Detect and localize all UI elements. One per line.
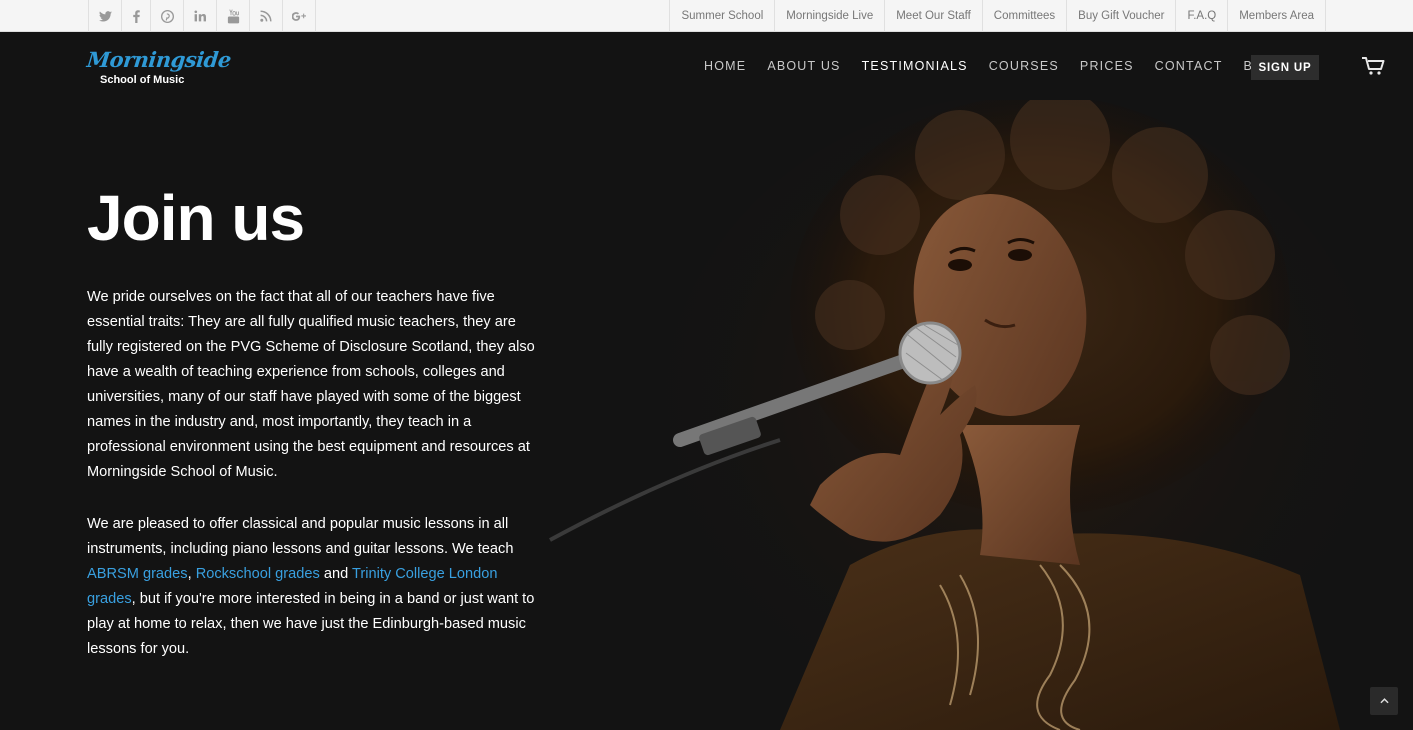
facebook-icon[interactable] — [122, 0, 151, 32]
utility-link-committees[interactable]: Committees — [983, 0, 1068, 32]
top-utility-bar: Summer School Morningside Live Meet Our … — [0, 0, 1413, 32]
site-logo[interactable]: Morningside School of Music — [86, 47, 232, 89]
utility-link-members-area[interactable]: Members Area — [1228, 0, 1326, 32]
utility-link-morningside-live[interactable]: Morningside Live — [775, 0, 886, 32]
pinterest-icon[interactable] — [151, 0, 184, 32]
utility-links: Summer School Morningside Live Meet Our … — [669, 0, 1326, 32]
site-header: Morningside School of Music HOME ABOUT U… — [0, 32, 1413, 100]
back-to-top-button[interactable] — [1370, 687, 1398, 715]
utility-link-meet-our-staff[interactable]: Meet Our Staff — [885, 0, 983, 32]
rss-icon[interactable] — [250, 0, 283, 32]
shopping-cart-icon[interactable] — [1361, 56, 1385, 81]
chevron-up-icon — [1379, 698, 1389, 704]
separator-text: and — [319, 566, 353, 582]
page-title: Join us — [87, 182, 305, 254]
utility-link-faq[interactable]: F.A.Q — [1176, 0, 1229, 32]
separator-text: , — [187, 566, 196, 582]
logo-subtitle: School of Music — [100, 74, 185, 86]
google-plus-icon[interactable] — [283, 0, 316, 32]
logo-script-text: Morningside — [85, 47, 233, 72]
hero-singer-image — [520, 95, 1413, 730]
lessons-paragraph: We are pleased to offer classical and po… — [87, 512, 537, 662]
sign-up-button[interactable]: SIGN UP — [1251, 55, 1319, 80]
rockschool-grades-link[interactable]: Rockschool grades — [196, 566, 320, 582]
nav-contact[interactable]: CONTACT — [1155, 59, 1223, 73]
lessons-intro-text: We are pleased to offer classical and po… — [87, 516, 514, 557]
abrsm-grades-link[interactable]: ABRSM grades — [87, 566, 188, 582]
linkedin-icon[interactable] — [184, 0, 217, 32]
social-links — [88, 0, 316, 32]
utility-link-summer-school[interactable]: Summer School — [670, 0, 776, 32]
nav-about-us[interactable]: ABOUT US — [767, 59, 840, 73]
twitter-icon[interactable] — [89, 0, 122, 32]
youtube-icon[interactable] — [217, 0, 250, 32]
nav-courses[interactable]: COURSES — [989, 59, 1059, 73]
main-content: Join us We pride ourselves on the fact t… — [87, 176, 537, 689]
main-nav: HOME ABOUT US TESTIMONIALS COURSES PRICE… — [704, 32, 1304, 100]
lessons-outro-text: , but if you're more interested in being… — [87, 591, 535, 657]
nav-home[interactable]: HOME — [704, 59, 746, 73]
intro-paragraph: We pride ourselves on the fact that all … — [87, 289, 535, 480]
nav-testimonials[interactable]: TESTIMONIALS — [862, 59, 968, 73]
utility-link-buy-gift-voucher[interactable]: Buy Gift Voucher — [1067, 0, 1177, 32]
nav-prices[interactable]: PRICES — [1080, 59, 1134, 73]
